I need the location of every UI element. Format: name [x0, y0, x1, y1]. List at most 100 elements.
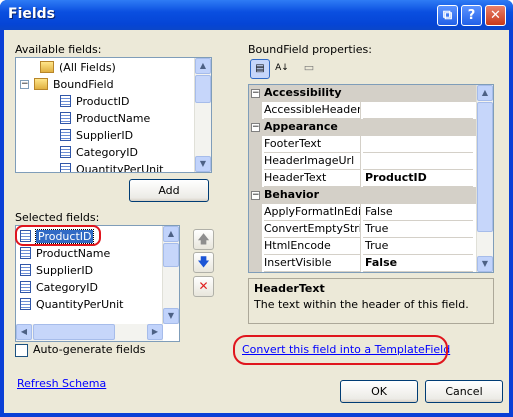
property-row[interactable]: AccessibleHeaderTe: [249, 102, 477, 119]
scroll-up-arrow-icon[interactable]: ▲: [195, 58, 211, 74]
scroll-up-arrow-icon[interactable]: ▲: [163, 226, 179, 242]
scroll-up-arrow-icon[interactable]: ▲: [477, 85, 493, 101]
field-icon: [20, 298, 31, 310]
property-description-panel: HeaderText The text within the header of…: [248, 278, 494, 324]
property-value[interactable]: False: [363, 204, 473, 221]
scroll-left-arrow-icon[interactable]: ◀: [16, 324, 32, 340]
field-icon: [60, 112, 71, 124]
field-icon: [20, 247, 31, 259]
categorized-view-icon[interactable]: ▤: [250, 59, 270, 79]
property-value[interactable]: True: [363, 238, 473, 255]
move-up-button[interactable]: 🡅: [193, 229, 214, 250]
tree-item[interactable]: ProductName: [60, 110, 150, 127]
tree-item-label: SupplierID: [76, 129, 134, 142]
property-value[interactable]: [363, 136, 473, 153]
auto-generate-checkbox[interactable]: [15, 344, 28, 357]
tree-item[interactable]: QuantityPerUnit: [60, 161, 163, 172]
selected-fields-hscrollbar[interactable]: ◀ ▶: [16, 324, 163, 341]
properties-label: BoundField properties:: [248, 43, 372, 56]
highlight-oval-selected-field: [15, 225, 101, 246]
cancel-button[interactable]: Cancel: [425, 380, 503, 403]
description-text: The text within the header of this field…: [254, 298, 469, 311]
property-value[interactable]: False: [363, 255, 473, 272]
property-name: HtmlEncode: [264, 238, 361, 255]
window-title: Fields: [8, 6, 56, 22]
property-row[interactable]: HeaderImageUrl: [249, 153, 477, 170]
help-context-icon[interactable]: ⧉: [437, 5, 458, 26]
scroll-thumb[interactable]: [163, 243, 179, 267]
tree-item[interactable]: − BoundField: [20, 76, 114, 93]
property-row[interactable]: HeaderText ProductID: [249, 170, 477, 187]
property-name: HeaderText: [264, 170, 361, 187]
selected-fields-label: Selected fields:: [15, 211, 100, 224]
scroll-down-arrow-icon[interactable]: ▼: [477, 256, 493, 272]
close-button[interactable]: ✕: [485, 5, 506, 26]
property-row[interactable]: HtmlEncode True: [249, 238, 477, 255]
delete-field-button[interactable]: ✕: [193, 276, 214, 297]
folder-icon: [34, 78, 48, 90]
selected-field-label: QuantityPerUnit: [36, 298, 124, 311]
selected-field-item[interactable]: QuantityPerUnit: [20, 296, 123, 313]
property-value[interactable]: [363, 102, 473, 119]
property-name: ConvertEmptyString: [264, 221, 361, 238]
scroll-thumb[interactable]: [477, 102, 493, 232]
selected-field-item[interactable]: CategoryID: [20, 279, 98, 296]
scroll-thumb[interactable]: [195, 75, 211, 103]
property-value[interactable]: [363, 153, 473, 170]
alphabetical-sort-icon[interactable]: A↓: [272, 59, 292, 79]
property-category[interactable]: − Appearance: [249, 119, 477, 136]
tree-item[interactable]: CategoryID: [60, 144, 138, 161]
property-name: InsertVisible: [264, 255, 361, 272]
collapse-toggle-icon[interactable]: −: [20, 80, 29, 89]
property-name: ApplyFormatInEditM: [264, 204, 361, 221]
property-category-label: Accessibility: [264, 86, 342, 99]
tree-item[interactable]: SupplierID: [60, 127, 133, 144]
field-icon: [60, 95, 71, 107]
scroll-down-arrow-icon[interactable]: ▼: [195, 156, 211, 172]
property-row[interactable]: ApplyFormatInEditMFalse: [249, 204, 477, 221]
tree-item-label: CategoryID: [76, 146, 138, 159]
selected-fields-vscrollbar[interactable]: ▲ ▼: [162, 226, 179, 324]
property-row[interactable]: FooterText: [249, 136, 477, 153]
property-grid[interactable]: −AccessibilityAccessibleHeaderTe−Appeara…: [248, 84, 494, 273]
scroll-down-arrow-icon[interactable]: ▼: [163, 308, 179, 324]
property-category[interactable]: − Accessibility: [249, 85, 477, 102]
property-value[interactable]: True: [363, 221, 473, 238]
property-row[interactable]: InsertVisible False: [249, 255, 477, 272]
field-icon: [20, 264, 31, 276]
property-toolbar: ▤ A↓ ▭: [248, 58, 314, 80]
property-category[interactable]: − Behavior: [249, 187, 477, 204]
collapse-toggle-icon[interactable]: −: [251, 123, 260, 132]
property-value[interactable]: ProductID: [363, 170, 473, 187]
property-name: FooterText: [264, 136, 361, 153]
field-icon: [60, 146, 71, 158]
property-name: HeaderImageUrl: [264, 153, 361, 170]
tree-item-label: (All Fields): [59, 61, 116, 74]
add-button[interactable]: Add: [129, 179, 209, 202]
property-name: AccessibleHeaderTe: [264, 102, 361, 119]
available-fields-scrollbar[interactable]: ▲ ▼: [194, 58, 211, 172]
property-pages-icon[interactable]: ▭: [300, 59, 318, 79]
title-bar[interactable]: Fields ⧉ ? ✕: [0, 0, 513, 30]
tree-item[interactable]: ProductID: [60, 93, 129, 110]
scroll-right-arrow-icon[interactable]: ▶: [147, 324, 163, 340]
tree-item[interactable]: (All Fields): [40, 59, 116, 76]
highlight-oval-convert-link: [233, 335, 448, 365]
available-fields-tree[interactable]: (All Fields) − BoundField ProductID ProductN…: [15, 57, 212, 173]
property-category-label: Appearance: [264, 120, 338, 133]
collapse-toggle-icon[interactable]: −: [251, 191, 260, 200]
selected-field-item[interactable]: SupplierID: [20, 262, 93, 279]
folder-icon: [40, 61, 54, 73]
ok-button[interactable]: OK: [340, 380, 418, 403]
collapse-toggle-icon[interactable]: −: [251, 89, 260, 98]
field-icon: [60, 163, 71, 172]
property-row[interactable]: ConvertEmptyStringTrue: [249, 221, 477, 238]
fields-dialog: Fields ⧉ ? ✕ Available fields: (All Fiel…: [0, 0, 513, 417]
help-button[interactable]: ?: [461, 5, 482, 26]
property-grid-scrollbar[interactable]: ▲ ▼: [476, 85, 493, 272]
selected-field-item[interactable]: ProductName: [20, 245, 110, 262]
refresh-schema-link[interactable]: Refresh Schema: [17, 377, 106, 390]
move-down-button[interactable]: 🡇: [193, 252, 214, 273]
scroll-thumb[interactable]: [33, 324, 115, 340]
selected-field-label: SupplierID: [36, 264, 94, 277]
